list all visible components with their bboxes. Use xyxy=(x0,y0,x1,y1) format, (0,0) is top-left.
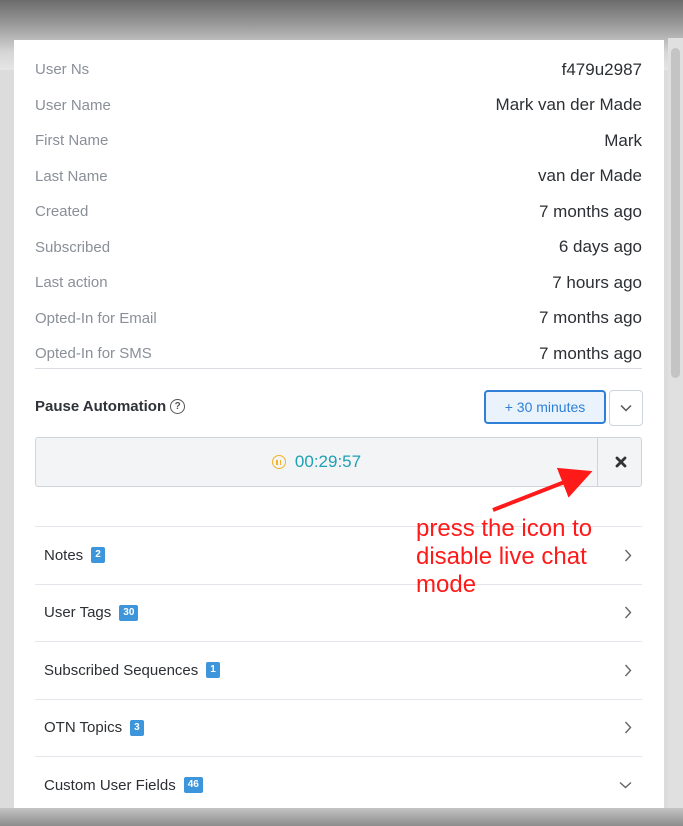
cancel-pause-button[interactable] xyxy=(597,438,643,486)
info-row-user-name: User Name Mark van der Made xyxy=(35,88,642,124)
info-label: User Name xyxy=(35,96,111,114)
section-otn-topics[interactable]: OTN Topics 3 xyxy=(35,698,642,757)
help-icon[interactable]: ? xyxy=(170,399,186,414)
section-label: OTN Topics xyxy=(44,719,123,737)
section-label: Subscribed Sequences xyxy=(44,661,199,679)
user-details-panel: 3436358446477654 User Ns f479u2987 User … xyxy=(14,40,664,826)
info-value: 7 months ago xyxy=(538,308,642,328)
count-badge: 2 xyxy=(91,547,105,564)
info-row-last-name: Last Name van der Made xyxy=(35,159,642,195)
info-row-email-optin: Opted-In for Email 7 months ago xyxy=(35,301,642,337)
timer-display: 00:29:57 xyxy=(36,438,597,486)
info-row-subscribed: Subscribed 6 days ago xyxy=(35,230,642,266)
info-label: Opted-In for SMS xyxy=(35,345,152,363)
count-badge: 3 xyxy=(130,719,144,736)
info-label: Created xyxy=(35,203,89,221)
chevron-right-icon xyxy=(624,606,632,619)
pause-duration-dropdown[interactable] xyxy=(609,390,643,426)
info-value: 7 hours ago xyxy=(552,272,642,292)
info-row-created: Created 7 months ago xyxy=(35,194,642,230)
info-value: f479u2987 xyxy=(561,59,642,79)
info-value: van der Made xyxy=(538,166,642,186)
user-info-list: User Ns f479u2987 User Name Mark van der… xyxy=(35,52,642,372)
info-value: 7 months ago xyxy=(538,201,642,221)
scrollbar[interactable] xyxy=(668,38,683,810)
add-30-minutes-button[interactable]: + 30 minutes xyxy=(484,390,606,424)
annotation-line: press the icon to xyxy=(416,515,593,542)
close-icon xyxy=(615,456,626,468)
info-value: Mark van der Made xyxy=(495,95,642,115)
info-row-sms-optin: Opted-In for SMS 7 months ago xyxy=(35,336,642,372)
divider xyxy=(35,368,642,369)
annotation-text: press the icon to disable live chat mode xyxy=(416,515,592,599)
section-label: User Tags xyxy=(44,604,112,622)
count-badge: 30 xyxy=(119,604,139,621)
info-label: First Name xyxy=(35,132,109,150)
info-row-first-name: First Name Mark xyxy=(35,123,642,159)
annotation-line: mode xyxy=(416,571,477,598)
chevron-down-icon xyxy=(620,404,632,412)
info-label: User Ns xyxy=(35,61,90,79)
info-value: 6 days ago xyxy=(558,237,642,257)
section-subscribed-sequences[interactable]: Subscribed Sequences 1 xyxy=(35,641,642,699)
section-custom-user-fields[interactable]: Custom User Fields 46 xyxy=(35,756,642,814)
info-label: Last Name xyxy=(35,167,108,185)
info-value: 7 months ago xyxy=(538,343,642,363)
pause-automation-text: Pause Automation xyxy=(35,398,167,415)
info-label: Last action xyxy=(35,274,108,292)
chevron-right-icon xyxy=(624,549,632,562)
pause-icon xyxy=(271,455,286,469)
scrollbar-thumb[interactable] xyxy=(671,48,680,378)
bottom-shadow-bar xyxy=(0,808,683,826)
info-label: Subscribed xyxy=(35,238,111,256)
info-row-last-action: Last action 7 hours ago xyxy=(35,265,642,301)
count-badge: 46 xyxy=(183,777,203,794)
info-value: Mark xyxy=(604,130,642,150)
info-label: Opted-In for Email xyxy=(35,309,157,327)
pause-timer-box: 00:29:57 xyxy=(35,437,642,487)
section-label: Notes xyxy=(44,546,84,564)
chevron-right-icon xyxy=(624,721,632,734)
chevron-down-icon xyxy=(619,782,632,789)
timer-countdown: 00:29:57 xyxy=(294,452,362,471)
pause-automation-label: Pause Automation ? xyxy=(35,398,186,415)
count-badge: 1 xyxy=(206,662,220,679)
section-label: Custom User Fields xyxy=(44,776,176,794)
chevron-right-icon xyxy=(624,664,632,677)
annotation-line: disable live chat xyxy=(416,543,587,570)
info-row-user-ns: User Ns f479u2987 xyxy=(35,52,642,88)
